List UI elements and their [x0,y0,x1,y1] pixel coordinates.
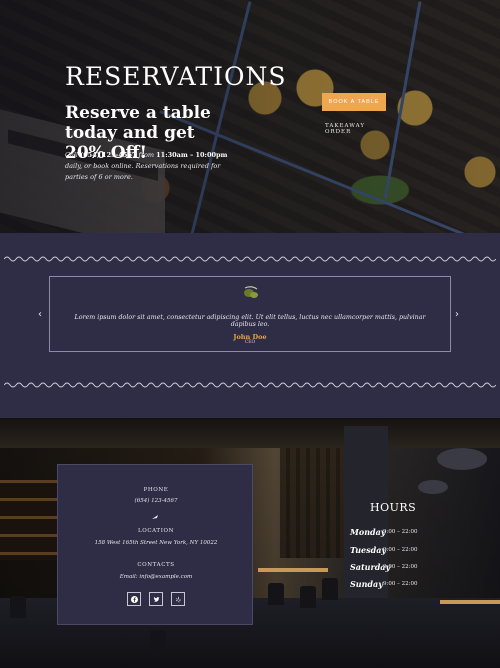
pendant-lamp-image [437,448,487,470]
reservations-hero: RESERVATIONS Reserve a table today and g… [0,0,500,233]
hours-title: HOURS [370,501,417,514]
info-phone: (654) 123-4567 [80,151,137,159]
olive-icon [244,286,258,298]
contact-hours-section: PHONE (654) 123-4567 LOCATION 158 West 1… [0,418,500,668]
phone-value[interactable]: (654) 123-4567 [58,498,254,504]
location-label: LOCATION [137,528,174,534]
takeaway-order-link[interactable]: TAKEAWAY ORDER [325,123,385,135]
testimonial-section: Lorem ipsum dolor sit amet, consectetur … [0,233,500,418]
hours-day: Tuesday [350,545,387,555]
location-value: 158 West 165th Street New York, NY 10022 [94,540,218,546]
leaf-divider-icon [152,515,158,519]
hours-day: Sunday [350,579,383,589]
reservation-info: Call (654) 123-4567 from 11:30am – 10:00… [65,151,228,181]
phone-label: PHONE [143,487,169,493]
contact-card: PHONE (654) 123-4567 LOCATION 158 West 1… [57,464,253,625]
wine-shelf-image [0,480,60,560]
pendant-lamp-image [418,480,448,494]
email-value[interactable]: Email: info@example.com [58,574,254,580]
divider-wave [4,382,496,388]
hours-time: 9:00 – 22:00 [383,529,418,535]
facebook-icon[interactable] [127,592,141,606]
info-hours: 11:30am – 10:00pm [156,151,228,159]
hours-time: 9:00 – 22:00 [383,581,418,587]
book-table-button[interactable]: BOOK A TABLE [322,93,386,111]
chevron-left-icon[interactable]: ‹ [38,309,42,320]
divider-wave [4,256,496,262]
testimonial-role: CEO [244,340,256,345]
testimonial-quote: Lorem ipsum dolor sit amet, consectetur … [74,314,426,328]
page-title: RESERVATIONS [65,62,287,91]
contacts-label: CONTACTS [137,562,175,568]
hours-time: 9:00 – 22:00 [383,564,418,570]
twitter-icon[interactable] [149,592,163,606]
yelp-icon[interactable] [171,592,185,606]
chevron-right-icon[interactable]: › [455,309,459,320]
hours-time: 9:00 – 22:00 [383,547,418,553]
hours-day: Monday [350,527,386,537]
